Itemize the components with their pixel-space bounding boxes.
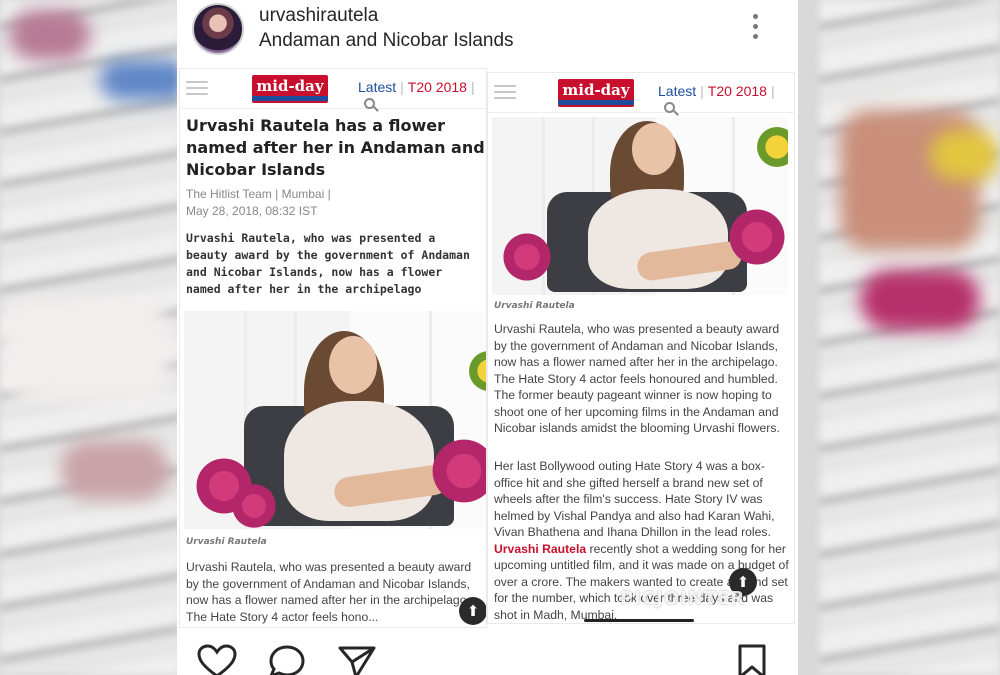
- post-action-bar: [177, 630, 798, 675]
- nav-latest[interactable]: Latest: [358, 79, 396, 95]
- article-date: May 28, 2018, 08:32 IST: [186, 204, 318, 218]
- avatar[interactable]: [192, 3, 244, 55]
- search-icon[interactable]: [364, 98, 375, 109]
- post-header: urvashirautela Andaman and Nicobar Islan…: [177, 0, 798, 62]
- photo-caption: Urvashi Rautela: [494, 301, 575, 311]
- nav-separator: |: [770, 83, 775, 99]
- article-paragraph: Urvashi Rautela, who was presented a bea…: [494, 322, 780, 435]
- blurred-background-right: [820, 0, 1000, 675]
- nav-t20[interactable]: T20 2018: [708, 83, 767, 99]
- article-screenshot-right: mid-day Latest | T20 2018 | Urvashi Rautela…: [487, 72, 795, 624]
- mid-day-logo[interactable]: mid-day: [252, 75, 328, 103]
- site-header: mid-day Latest | T20 2018 |: [180, 69, 486, 109]
- site-nav: Latest | T20 2018 |: [658, 83, 794, 115]
- blurred-shape: [0, 300, 170, 400]
- nav-separator: |: [400, 79, 404, 95]
- hamburger-menu-icon[interactable]: [494, 85, 516, 103]
- mid-day-logo[interactable]: mid-day: [558, 79, 634, 107]
- heart-icon[interactable]: [197, 644, 237, 675]
- actor-link[interactable]: Urvashi Rautela: [494, 542, 586, 556]
- more-vertical-icon[interactable]: [751, 14, 759, 42]
- blurred-shape: [860, 270, 980, 330]
- bookmark-icon[interactable]: [735, 644, 769, 675]
- blurred-shape: [930, 130, 1000, 180]
- blurred-shape: [100, 60, 180, 100]
- nav-latest[interactable]: Latest: [658, 83, 696, 99]
- scroll-top-button[interactable]: ⬆: [459, 597, 486, 625]
- paragraph-text: Her last Bollywood outing Hate Story 4 w…: [494, 459, 775, 539]
- article-byline: The Hitlist Team | Mumbai |: [186, 187, 331, 201]
- nav-separator: |: [700, 83, 704, 99]
- blurred-shape: [10, 10, 90, 60]
- username[interactable]: urvashirautela: [259, 5, 378, 27]
- site-header: mid-day Latest | T20 2018 |: [488, 73, 794, 113]
- blurred-shape: [60, 440, 170, 500]
- home-indicator: [584, 619, 694, 622]
- blurred-background-left: [0, 0, 180, 675]
- article-photo: [492, 117, 788, 295]
- article-summary: Urvashi Rautela, who was presented a bea…: [186, 231, 470, 296]
- article-photo: [184, 311, 486, 529]
- search-icon[interactable]: [664, 102, 675, 113]
- nav-t20[interactable]: T20 2018: [408, 79, 467, 95]
- nav-separator: |: [470, 79, 475, 95]
- article-body: Urvashi Rautela, who was presented a bea…: [186, 560, 472, 624]
- hamburger-menu-icon[interactable]: [186, 81, 208, 99]
- article-screenshot-left: mid-day Latest | T20 2018 | Urvashi Rautela…: [179, 68, 487, 628]
- instagram-post: urvashirautela Andaman and Nicobar Islan…: [177, 0, 798, 675]
- share-icon[interactable]: [337, 644, 377, 675]
- site-nav: Latest | T20 2018 |: [358, 79, 486, 111]
- photo-caption: Urvashi Rautela: [186, 537, 267, 547]
- comment-icon[interactable]: [267, 644, 307, 675]
- location[interactable]: Andaman and Nicobar Islands: [259, 30, 514, 52]
- article-headline: Urvashi Rautela has a flower named after…: [186, 116, 485, 179]
- watermark: PICJOINTER: [620, 588, 746, 609]
